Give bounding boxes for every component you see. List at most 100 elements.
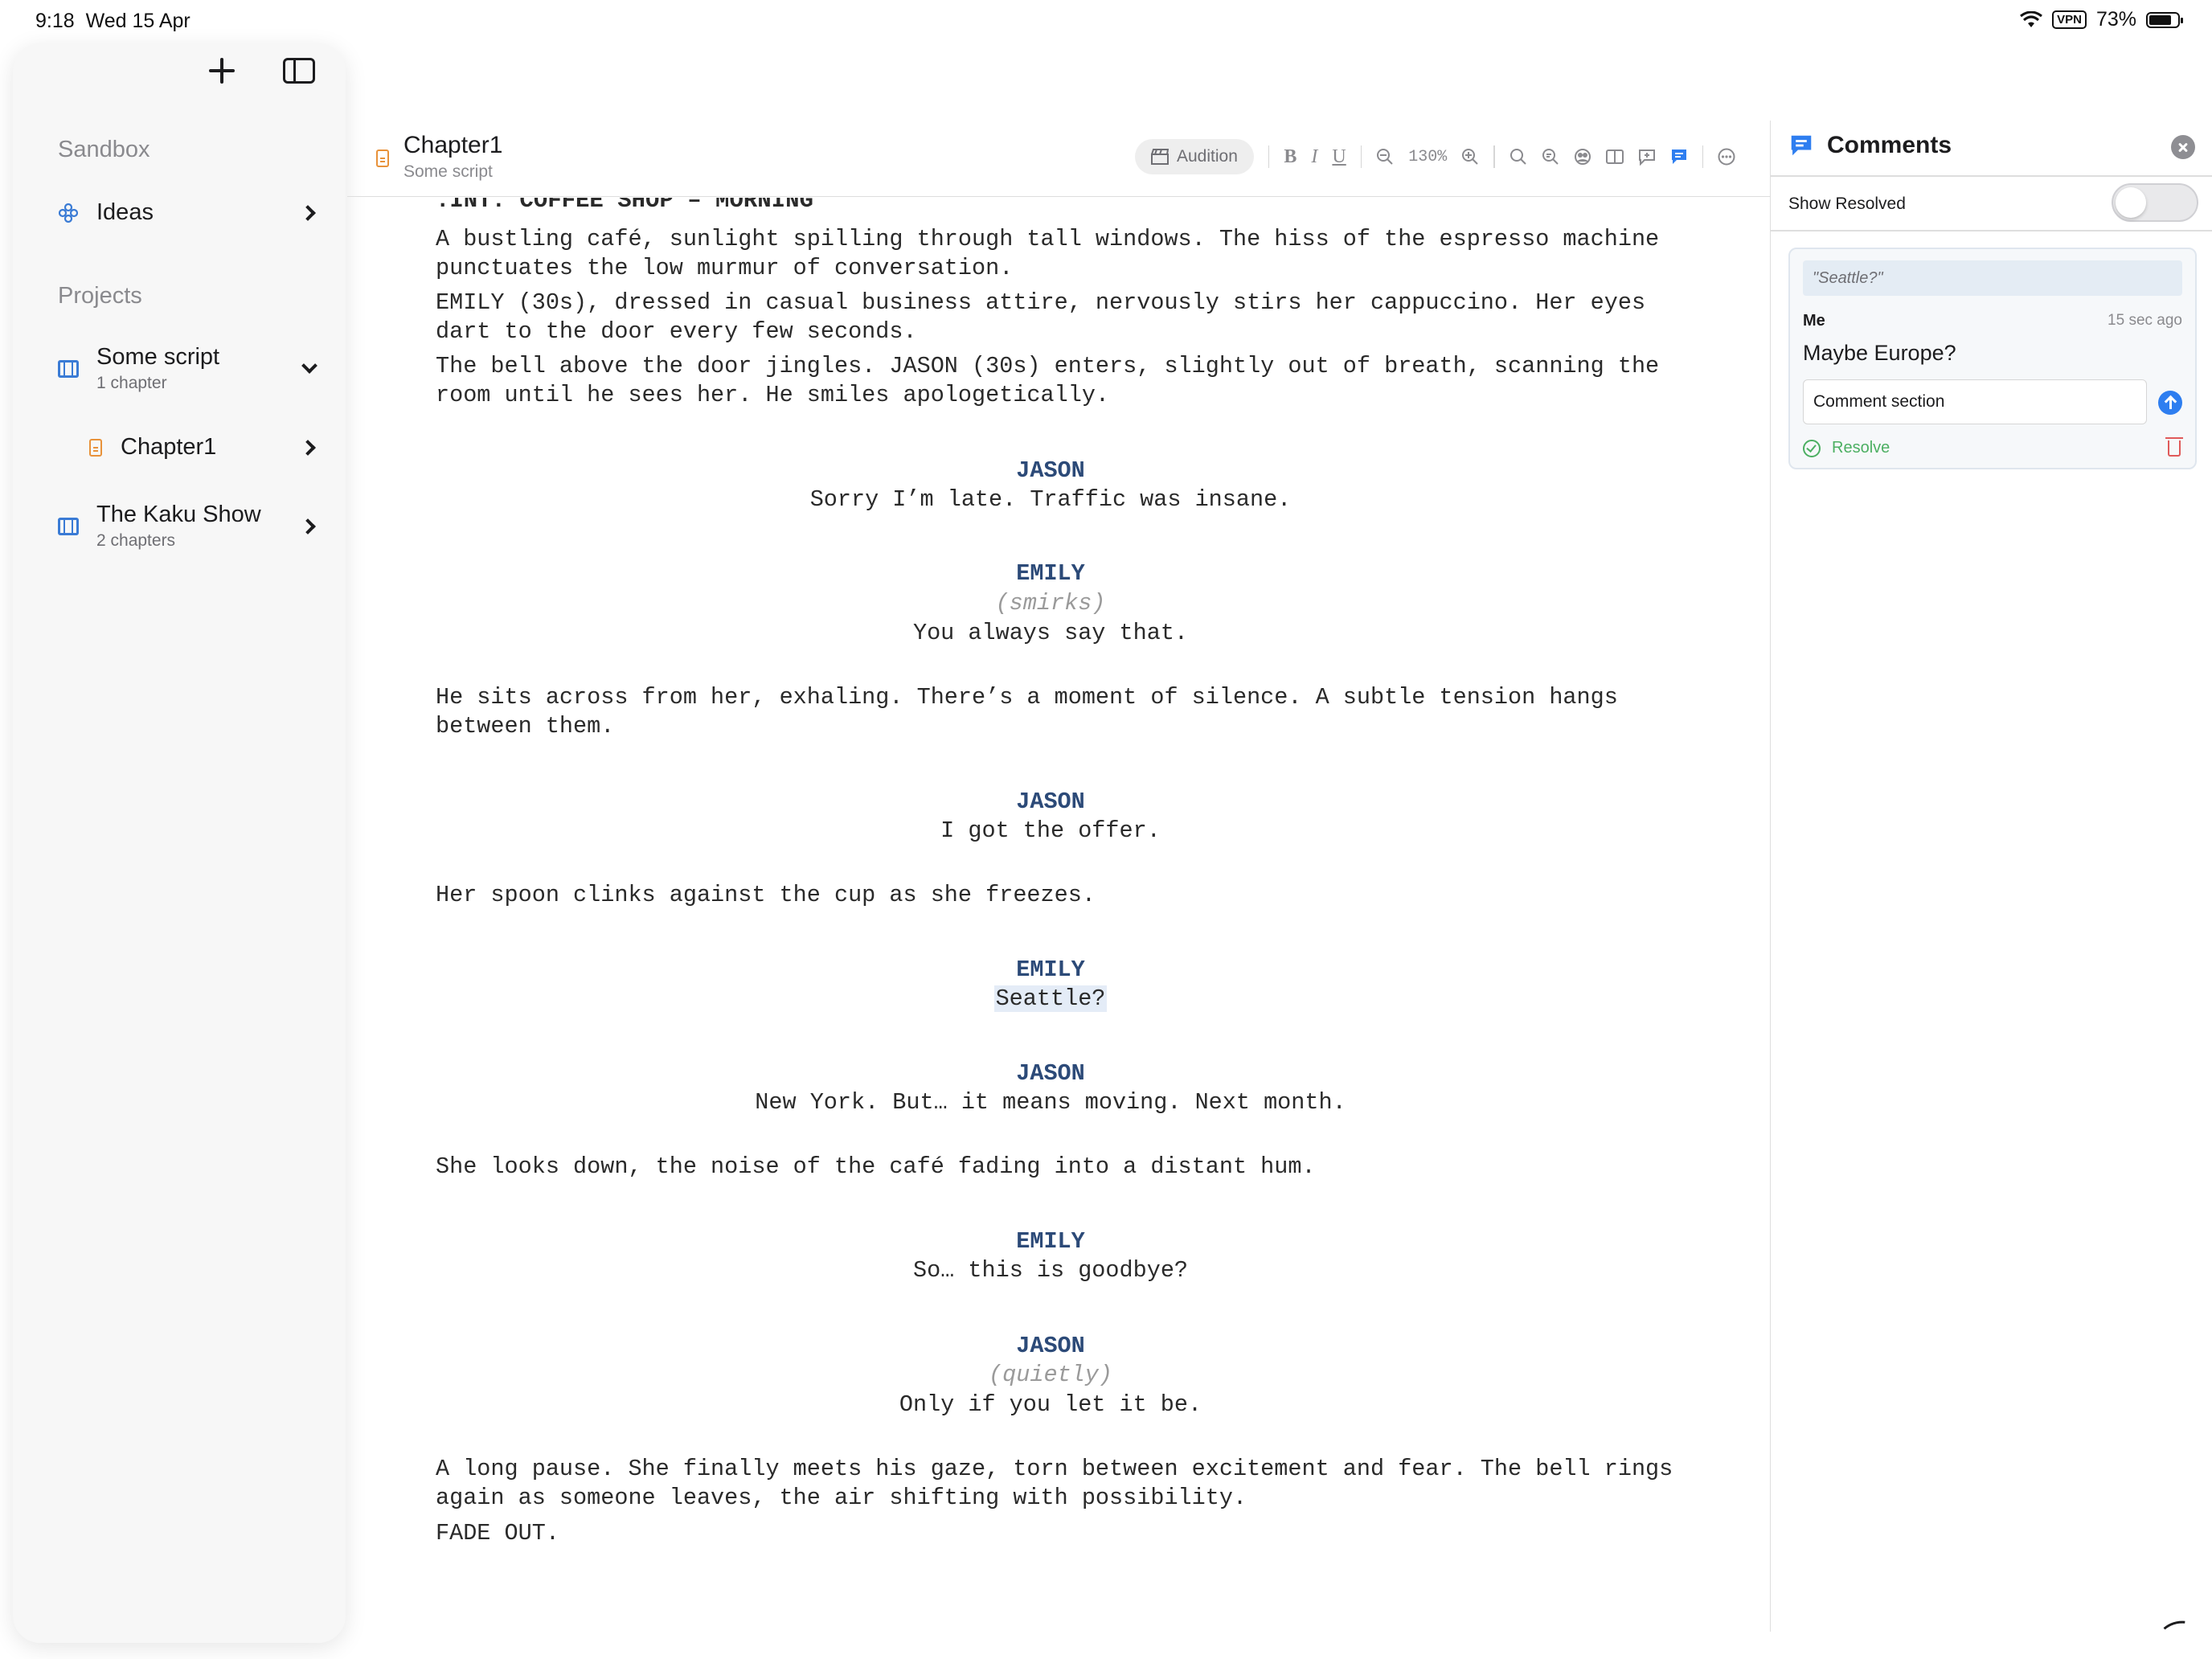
comments-icon: [1791, 135, 1812, 156]
reply-input[interactable]: Comment section: [1803, 379, 2147, 424]
resolve-button[interactable]: Resolve: [1803, 439, 1890, 457]
projects-section-title: Projects: [58, 283, 142, 309]
document-icon: [376, 150, 389, 167]
character-cue: EMILY: [1016, 1228, 1085, 1255]
comments-icon[interactable]: [1670, 148, 1688, 166]
action-line: EMILY (30s), dressed in casual business …: [436, 289, 1646, 345]
status-indicators: VPN 73%: [2020, 8, 2183, 31]
more-icon[interactable]: [1718, 148, 1735, 166]
chapter-label: Chapter1: [121, 434, 217, 460]
sandbox-section-title: Sandbox: [58, 137, 150, 162]
film-icon: [58, 359, 79, 378]
toolbar-divider: [1702, 145, 1704, 168]
editor-toolbar: Audition B I U 130%: [1135, 138, 1735, 175]
resolve-label: Resolve: [1832, 439, 1890, 457]
document-subtitle: Some script: [403, 162, 493, 181]
transition-line: FADE OUT.: [436, 1520, 559, 1546]
chevron-down-icon[interactable]: [301, 357, 317, 374]
action-line: A long pause. She finally meets his gaze…: [436, 1456, 1673, 1511]
comment-text: Maybe Europe?: [1803, 341, 1956, 365]
action-line: Her spoon clinks against the cup as she …: [436, 882, 1096, 908]
project-name: Some script: [96, 344, 220, 370]
dialogue-line: New York. But… it means moving. Next mon…: [755, 1089, 1346, 1116]
toolbar-divider: [1360, 145, 1362, 168]
action-line: She looks down, the noise of the café fa…: [436, 1153, 1316, 1180]
close-icon[interactable]: [2171, 135, 2195, 159]
divider: [1771, 230, 2212, 231]
sidebar: Sandbox Ideas Projects Some script 1 cha…: [13, 43, 346, 1643]
send-arrow-icon[interactable]: [2158, 391, 2182, 415]
comment-highlight[interactable]: Seattle?: [993, 985, 1108, 1012]
document-title: Chapter1: [403, 132, 503, 158]
project-chapter-count: 1 chapter: [96, 374, 167, 392]
sidebar-item-ideas[interactable]: Ideas: [58, 199, 322, 226]
battery-icon: [2146, 11, 2183, 28]
toolbar-divider: [1493, 145, 1495, 168]
dialogue-line: Only if you let it be.: [899, 1391, 1202, 1418]
character-cue: JASON: [1016, 457, 1085, 484]
ideas-icon: [58, 203, 79, 223]
chevron-right-icon: [300, 439, 316, 456]
audition-label: Audition: [1177, 147, 1238, 166]
action-line: The bell above the door jingles. JASON (…: [436, 353, 1660, 408]
comment-timestamp: 15 sec ago: [2108, 312, 2182, 329]
sidebar-item-some-script[interactable]: Some script 1 chapter: [58, 344, 322, 393]
sidebar-toggle-icon[interactable]: [283, 58, 315, 84]
characters-icon[interactable]: [1574, 148, 1591, 166]
document-icon: [89, 438, 102, 457]
wifi-icon: [2020, 10, 2043, 27]
clapperboard-icon: [1151, 149, 1169, 165]
script-editor[interactable]: .INT. COFFEE SHOP – MORNING A bustling c…: [347, 198, 1770, 1636]
comments-header: Comments: [1788, 132, 1952, 159]
find-replace-icon[interactable]: [1542, 148, 1559, 166]
show-resolved-toggle[interactable]: [2112, 183, 2198, 222]
plus-icon[interactable]: [206, 55, 238, 87]
search-icon[interactable]: [1509, 148, 1527, 166]
action-line: He sits across from her, exhaling. There…: [436, 684, 1618, 739]
dialogue-line: So… this is goodbye?: [912, 1257, 1189, 1284]
dialogue-line-commented[interactable]: Seattle?: [347, 985, 1754, 1014]
comment-quote: "Seattle?": [1803, 260, 2182, 296]
toolbar-divider: [1268, 145, 1270, 168]
italic-button[interactable]: I: [1311, 146, 1317, 168]
character-cue: EMILY: [1016, 560, 1085, 587]
underline-button[interactable]: U: [1332, 146, 1346, 168]
parenthetical: (smirks): [995, 590, 1106, 616]
vpn-badge: VPN: [2052, 10, 2087, 29]
action-line: A bustling café, sunlight spilling throu…: [436, 226, 1660, 281]
chevron-right-icon: [300, 204, 316, 221]
battery-percent: 73%: [2095, 8, 2136, 31]
split-view-icon[interactable]: [1605, 148, 1624, 166]
dialogue-line: You always say that.: [912, 620, 1189, 646]
sidebar-item-kaku-show[interactable]: The Kaku Show 2 chapters: [58, 502, 322, 551]
dialogue-line: Sorry I’m late. Traffic was insane.: [809, 486, 1292, 513]
zoom-level: 130%: [1408, 147, 1448, 166]
add-comment-icon[interactable]: [1638, 148, 1656, 166]
trash-icon[interactable]: [2165, 437, 2183, 457]
ideas-label: Ideas: [96, 199, 154, 225]
character-cue: JASON: [1016, 789, 1085, 815]
show-resolved-label: Show Resolved: [1788, 195, 1906, 213]
zoom-out-icon[interactable]: [1376, 148, 1394, 166]
divider: [1771, 175, 2212, 177]
parenthetical: (quietly): [989, 1362, 1112, 1388]
scene-heading: .INT. COFFEE SHOP – MORNING: [436, 198, 813, 214]
project-name: The Kaku Show: [96, 502, 261, 527]
character-cue: JASON: [1016, 1333, 1085, 1359]
audition-button[interactable]: Audition: [1135, 139, 1254, 174]
comments-panel: Comments Show Resolved "Seattle?" Me 15 …: [1770, 121, 2212, 1632]
comments-title: Comments: [1827, 132, 1952, 158]
bold-button[interactable]: B: [1284, 146, 1296, 168]
character-cue: EMILY: [1016, 956, 1085, 983]
film-icon: [58, 517, 79, 535]
sidebar-item-chapter1[interactable]: Chapter1: [85, 434, 322, 461]
comment-author: Me: [1803, 312, 1825, 330]
editor-header: Chapter1 Some script Audition B I U 130%: [347, 121, 1770, 197]
checkmark-circle-icon: [1803, 439, 1821, 457]
dialogue-line: I got the offer.: [940, 817, 1161, 844]
status-time: 9:18 Wed 15 Apr: [35, 10, 190, 32]
comment-card: "Seattle?" Me 15 sec ago Maybe Europe? C…: [1788, 248, 2197, 469]
chevron-right-icon: [300, 518, 316, 535]
project-chapter-count: 2 chapters: [96, 531, 176, 550]
zoom-in-icon[interactable]: [1461, 148, 1479, 166]
